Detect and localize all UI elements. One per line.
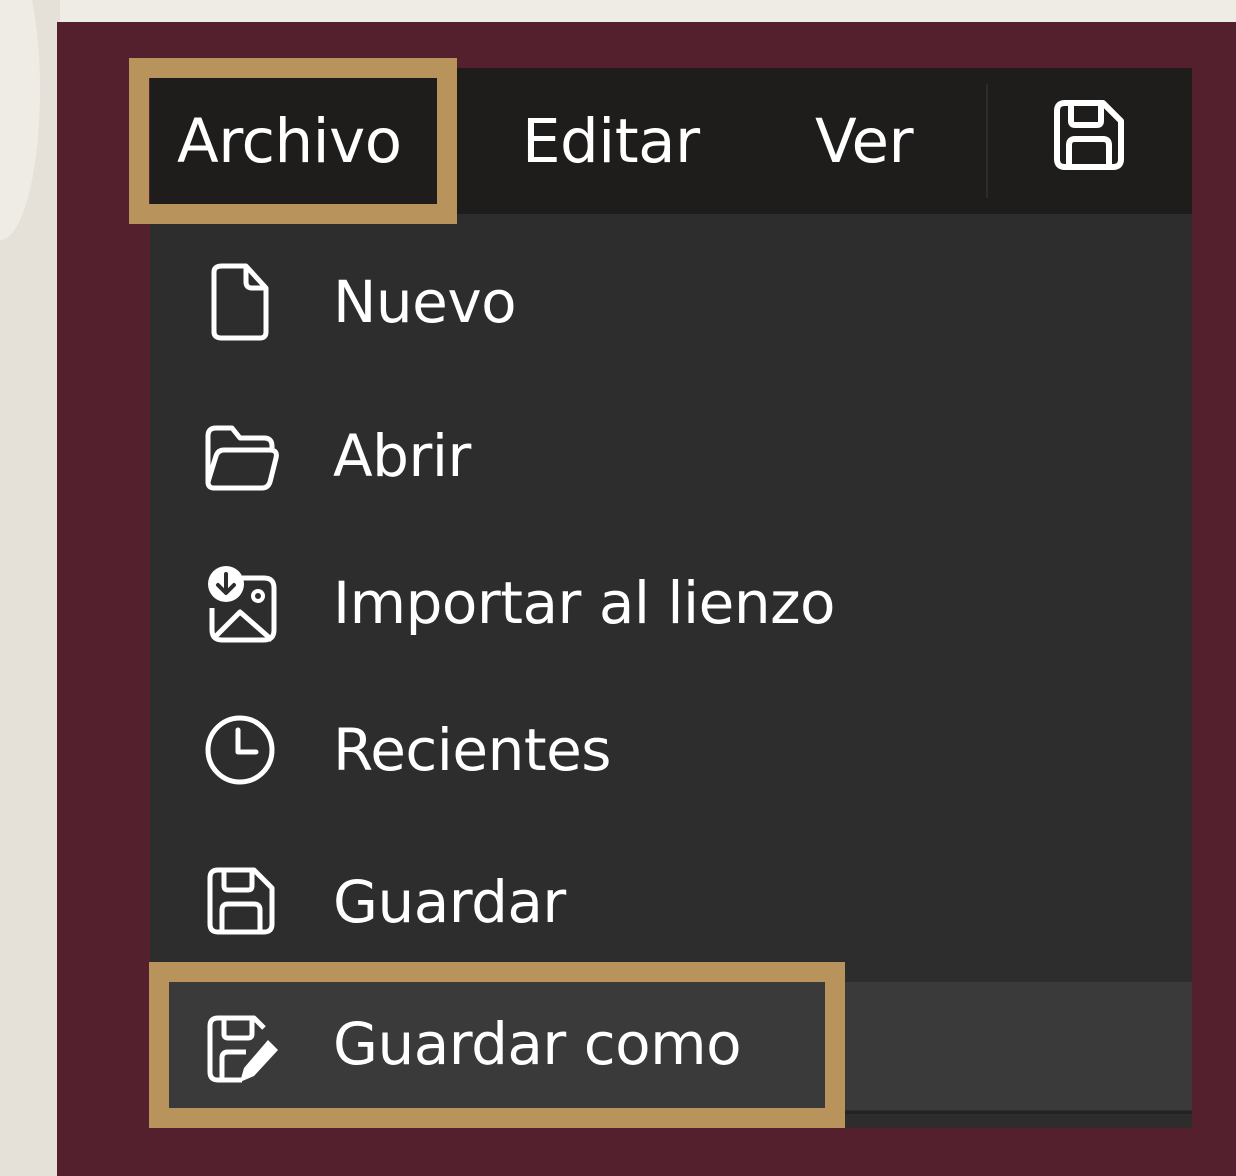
menu-item-label: Recientes <box>333 716 611 784</box>
open-folder-icon <box>202 418 280 496</box>
menu-editar[interactable]: Editar <box>522 68 700 214</box>
menu-item-label: Abrir <box>333 422 471 490</box>
menu-ver[interactable]: Ver <box>815 68 914 214</box>
save-icon[interactable] <box>1051 97 1127 173</box>
menu-item-abrir[interactable]: Abrir <box>150 384 1192 530</box>
clock-icon <box>202 712 280 790</box>
menu-item-label: Guardar <box>333 868 566 936</box>
menu-item-label: Importar al lienzo <box>333 569 836 637</box>
menu-item-label: Nuevo <box>333 268 517 336</box>
menu-item-importar[interactable]: Importar al lienzo <box>150 532 1192 678</box>
page-background <box>0 0 60 1176</box>
highlight-box-archivo <box>129 58 457 224</box>
menu-item-guardar[interactable]: Guardar <box>150 832 1192 978</box>
import-image-icon <box>202 564 280 643</box>
save-icon <box>202 862 280 940</box>
highlight-box-guardar-como <box>149 962 845 1128</box>
menu-item-nuevo[interactable]: Nuevo <box>150 228 1192 374</box>
new-file-icon <box>202 262 280 341</box>
menu-item-recientes[interactable]: Recientes <box>150 682 1192 828</box>
menubar-divider <box>986 84 988 198</box>
